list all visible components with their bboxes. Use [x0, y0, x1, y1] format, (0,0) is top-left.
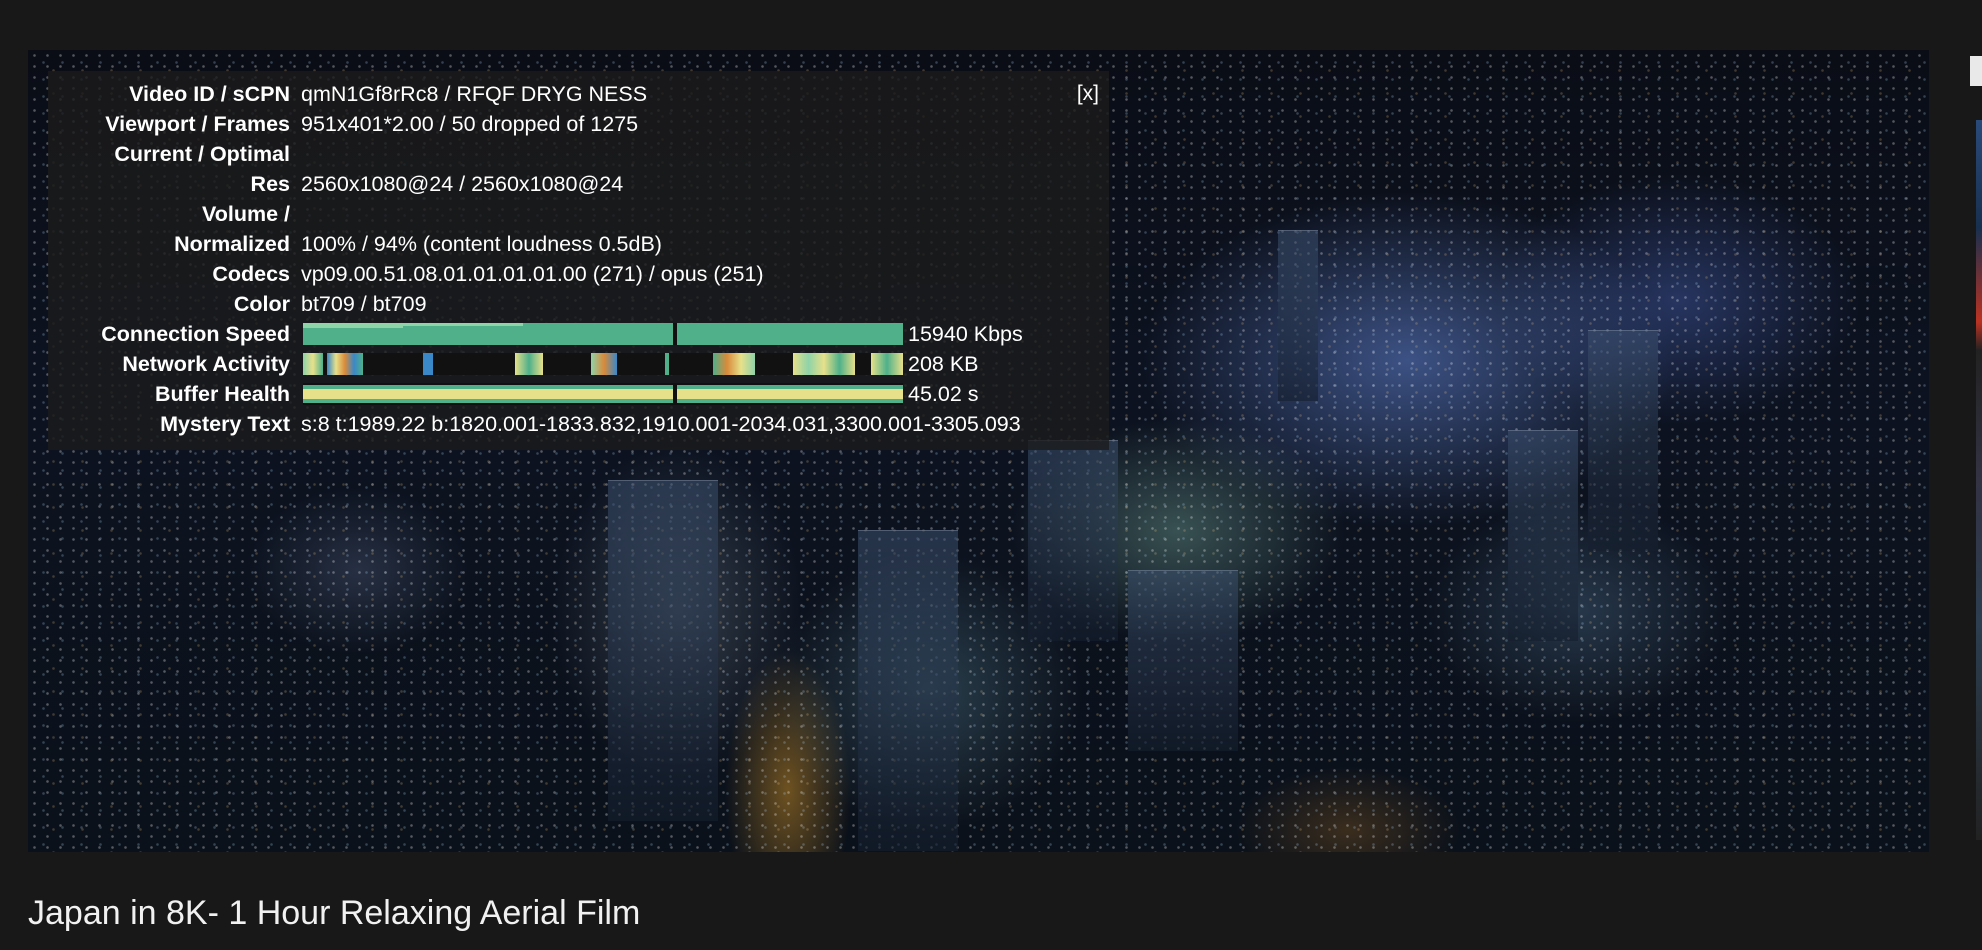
stats-label: Color — [233, 292, 290, 316]
stats-row-volume: Volume / — [48, 199, 301, 229]
graph-fill — [303, 323, 403, 328]
graph-fill — [403, 323, 523, 326]
stats-label: Mystery Text — [160, 412, 290, 436]
stats-value: 2560x1080@24 / 2560x1080@24 — [301, 172, 624, 196]
stats-row-mystery-text: Mystery Text s:8 t:1989.22 b:1820.001-18… — [48, 409, 1021, 439]
stats-row-normalized: Normalized 100% / 94% (content loudness … — [48, 229, 662, 259]
graph-bar — [423, 353, 433, 375]
graph-bar — [591, 353, 617, 375]
stats-row-current-optimal: Current / Optimal — [48, 139, 301, 169]
stats-label: Res — [250, 172, 290, 196]
building — [1028, 440, 1118, 641]
stats-row-codecs: Codecs vp09.00.51.08.01.01.01.01.00 (271… — [48, 259, 764, 289]
stats-row-color: Color bt709 / bt709 — [48, 289, 427, 319]
graph-bar — [871, 353, 903, 375]
graph-bar — [303, 353, 323, 375]
close-stats-button[interactable]: [x] — [1077, 79, 1099, 109]
stats-row-connection-speed: Connection Speed 15940 Kbps — [48, 319, 1023, 349]
building — [1278, 230, 1318, 401]
stats-label: Volume / — [201, 202, 290, 226]
network-activity-value: 208 KB — [908, 352, 979, 376]
graph-bar — [793, 353, 855, 375]
graph-bar — [665, 353, 669, 375]
building — [858, 530, 958, 851]
stats-for-nerds-panel: [x] Video ID / sCPN qmN1Gf8rRc8 / RFQF D… — [48, 71, 1109, 450]
graph-fill — [303, 389, 903, 399]
stats-row-buffer-health: Buffer Health 45.02 s — [48, 379, 979, 409]
buffer-health-value: 45.02 s — [908, 382, 979, 406]
stats-label: Buffer Health — [155, 382, 290, 406]
sidebar-edge — [1970, 56, 1982, 86]
stats-value: vp09.00.51.08.01.01.01.01.00 (271) / opu… — [301, 262, 764, 286]
stats-label: Video ID / sCPN — [129, 82, 290, 106]
page: [x] Video ID / sCPN qmN1Gf8rRc8 / RFQF D… — [0, 0, 1982, 950]
stats-label: Connection Speed — [101, 322, 290, 346]
recommendations-edge — [1976, 120, 1982, 840]
graph-bar — [327, 353, 363, 375]
stats-label: Current / Optimal — [114, 142, 290, 166]
stats-label: Codecs — [212, 262, 290, 286]
stats-value: 951x401*2.00 / 50 dropped of 1275 — [301, 112, 639, 136]
building — [1588, 330, 1658, 551]
graph-bar — [713, 353, 755, 375]
stats-row-video-id: Video ID / sCPN qmN1Gf8rRc8 / RFQF DRYG … — [48, 79, 647, 109]
connection-speed-graph — [303, 323, 903, 345]
building — [1128, 570, 1238, 751]
stats-value: qmN1Gf8rRc8 / RFQF DRYG NESS — [301, 82, 648, 106]
graph-divider — [673, 323, 677, 345]
building — [608, 480, 718, 821]
stats-row-res: Res 2560x1080@24 / 2560x1080@24 — [48, 169, 624, 199]
video-title: Japan in 8K- 1 Hour Relaxing Aerial Film — [28, 894, 641, 932]
stats-value: bt709 / bt709 — [301, 292, 427, 316]
stats-row-network-activity: Network Activity 208 KB — [48, 349, 979, 379]
stats-row-viewport: Viewport / Frames 951x401*2.00 / 50 drop… — [48, 109, 638, 139]
graph-divider — [673, 383, 677, 405]
graph-divider — [673, 353, 677, 375]
stats-value: s:8 t:1989.22 b:1820.001-1833.832,1910.0… — [301, 412, 1021, 436]
connection-speed-value: 15940 Kbps — [908, 322, 1023, 346]
stats-value: 100% / 94% (content loudness 0.5dB) — [301, 232, 662, 256]
stats-label: Network Activity — [122, 352, 290, 376]
stats-label: Viewport / Frames — [105, 112, 290, 136]
stats-label: Normalized — [174, 232, 290, 256]
network-activity-graph — [303, 353, 903, 375]
building — [1508, 430, 1578, 641]
buffer-health-graph — [303, 383, 903, 405]
graph-bar — [515, 353, 543, 375]
